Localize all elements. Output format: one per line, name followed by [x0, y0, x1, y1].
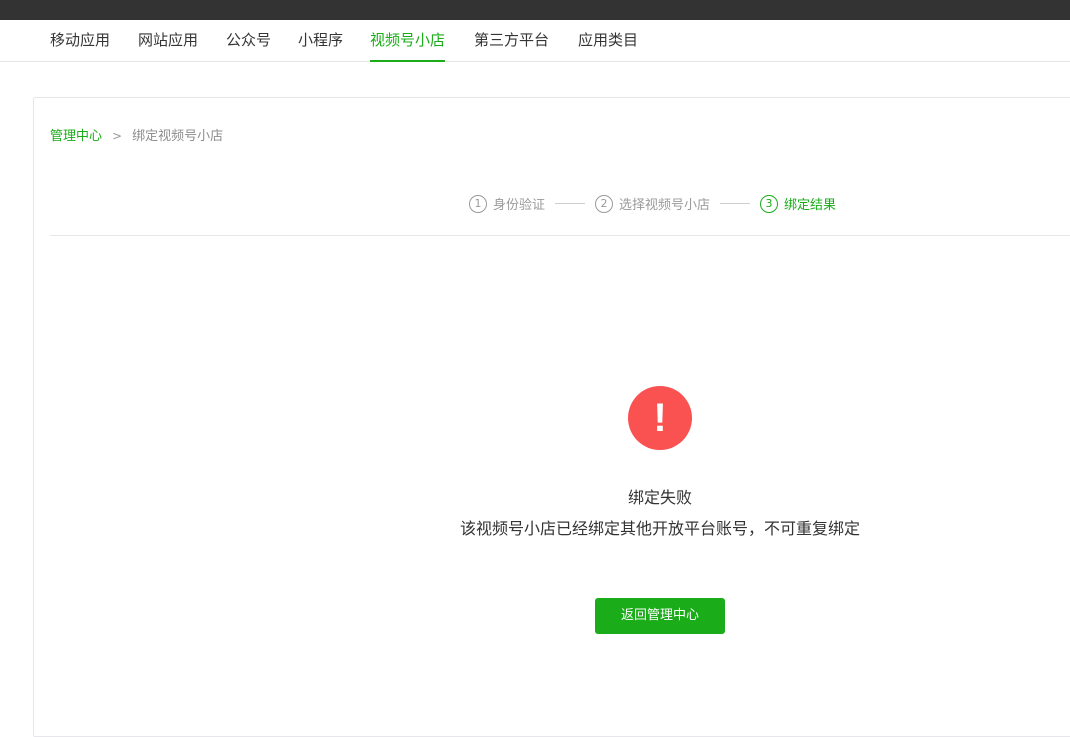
nav-item-web-app[interactable]: 网站应用	[138, 20, 198, 62]
nav-item-mini-program[interactable]: 小程序	[298, 20, 343, 62]
step-label: 身份验证	[493, 198, 546, 213]
breadcrumb-current: 绑定视频号小店	[132, 129, 224, 144]
step-connector	[555, 203, 586, 204]
step-number-icon: 2	[595, 194, 614, 213]
nav-item-third-party[interactable]: 第三方平台	[474, 20, 549, 62]
step-bind-result: 3 绑定结果	[760, 194, 836, 213]
step-number-icon: 1	[469, 194, 487, 213]
nav-item-channels-shop[interactable]: 视频号小店	[370, 20, 446, 62]
result-description: 该视频号小店已经绑定其他开放平台账号，不可重复绑定	[459, 519, 860, 538]
error-icon: !	[628, 386, 692, 450]
step-label: 选择视频号小店	[619, 198, 711, 213]
breadcrumb-home-link[interactable]: 管理中心	[50, 129, 102, 144]
steps-divider	[50, 235, 1070, 236]
step-number-icon: 3	[760, 194, 779, 213]
breadcrumb: 管理中心 > 绑定视频号小店	[50, 125, 223, 144]
step-indicator: 1 身份验证 2 选择视频号小店 3 绑定结果	[469, 194, 836, 214]
nav-item-app-category[interactable]: 应用类目	[578, 20, 638, 62]
step-label: 绑定结果	[784, 198, 837, 213]
content-panel: 管理中心 > 绑定视频号小店 1 身份验证 2 选择视频号小店 3 绑定结果	[33, 97, 1070, 737]
top-bar	[0, 0, 1070, 20]
top-nav: 移动应用 网站应用 公众号 小程序 视频号小店 第三方平台 应用类目	[0, 20, 1070, 62]
step-select-shop: 2 选择视频号小店	[595, 194, 710, 213]
back-to-admin-button[interactable]: 返回管理中心	[595, 598, 725, 634]
result-title: 绑定失败	[627, 488, 692, 507]
step-connector	[720, 203, 751, 204]
step-identity-verify: 1 身份验证	[469, 194, 545, 213]
nav-item-official-account[interactable]: 公众号	[226, 20, 271, 62]
breadcrumb-separator-icon: >	[112, 129, 123, 143]
nav-item-mobile-app[interactable]: 移动应用	[50, 20, 110, 62]
